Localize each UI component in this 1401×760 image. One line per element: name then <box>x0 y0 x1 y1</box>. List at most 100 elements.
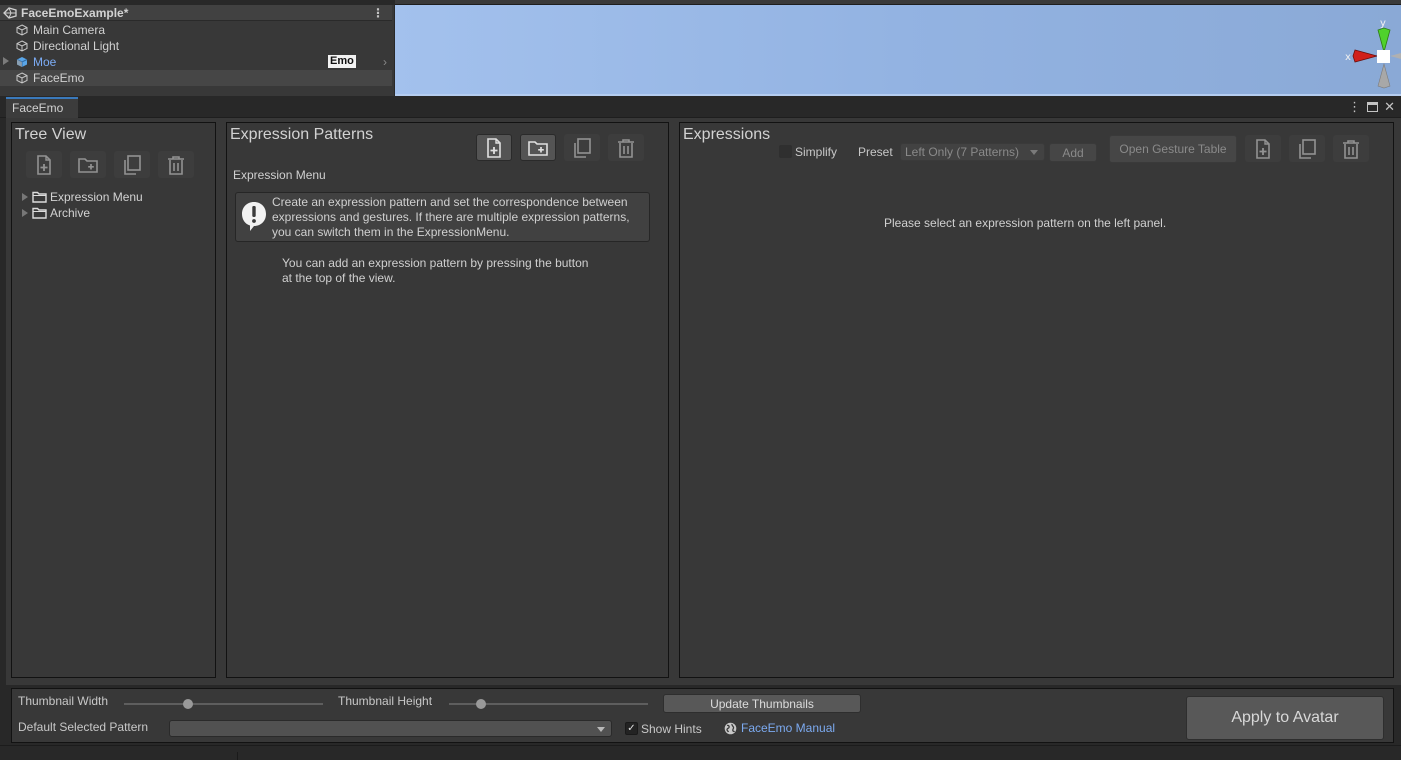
scene-view[interactable] <box>395 0 1401 96</box>
delete-icon <box>615 137 637 159</box>
faceemo-manual-link[interactable]: FaceEmo Manual <box>741 721 835 735</box>
preset-dropdown-value: Left Only (7 Patterns) <box>905 145 1020 159</box>
add-group-icon <box>77 154 99 176</box>
hierarchy-item-main-camera[interactable]: Main Camera <box>0 22 392 38</box>
copy-button[interactable] <box>114 151 150 178</box>
tree-item-expression-menu[interactable]: Expression Menu <box>22 190 143 204</box>
delete-button[interactable] <box>608 134 644 161</box>
chevron-down-icon <box>1030 150 1038 155</box>
add-pattern-button[interactable] <box>476 134 512 161</box>
tree-item-label: Expression Menu <box>50 190 143 204</box>
gizmo-y-arrow[interactable] <box>1377 27 1391 54</box>
gizmo-center-cube[interactable] <box>1377 50 1390 63</box>
apply-to-avatar-button[interactable]: Apply to Avatar <box>1186 696 1384 740</box>
maximize-icon[interactable] <box>1367 102 1379 112</box>
default-selected-pattern-dropdown[interactable] <box>169 720 612 737</box>
show-hints-checkbox[interactable]: ✓ <box>625 722 638 735</box>
expression-menu-label: Expression Menu <box>233 168 326 182</box>
expand-arrow-icon[interactable] <box>22 209 28 217</box>
preset-dropdown[interactable]: Left Only (7 Patterns) <box>900 143 1045 161</box>
scene-name: FaceEmoExample* <box>21 5 129 20</box>
add-pattern-icon <box>483 137 505 159</box>
expressions-panel <box>679 122 1394 678</box>
thumbnail-height-slider-thumb[interactable] <box>475 699 486 709</box>
open-gesture-table-button[interactable]: Open Gesture Table <box>1109 135 1237 163</box>
simplify-checkbox[interactable] <box>779 145 792 158</box>
empty-patterns-message: You can add an expression pattern by pre… <box>282 256 588 286</box>
hierarchy-item-moe[interactable]: Moe Emo › <box>0 54 392 70</box>
delete-icon <box>165 154 187 176</box>
gizmo-neg-x-arrow[interactable] <box>1390 53 1401 59</box>
gameobject-cube-icon <box>16 40 28 52</box>
add-group-button[interactable] <box>520 134 556 161</box>
show-hints-label: Show Hints <box>641 722 702 736</box>
window-menu-icon[interactable]: ⋮ <box>1348 99 1361 115</box>
thumbnail-width-slider-track[interactable] <box>124 703 323 705</box>
delete-icon <box>1340 138 1362 160</box>
simplify-label: Simplify <box>795 145 838 159</box>
empty-line: at the top of the view. <box>282 271 396 285</box>
gameobject-cube-icon <box>16 72 28 84</box>
hint-line: expressions and gestures. If there are m… <box>272 210 630 224</box>
emo-badge: Emo <box>328 55 356 68</box>
add-pattern-icon <box>33 154 55 176</box>
hierarchy-item-label: Moe <box>33 55 57 69</box>
folder-icon <box>32 207 47 219</box>
folder-icon <box>32 191 47 203</box>
add-expression-icon <box>1252 138 1274 160</box>
hierarchy-item-label: Directional Light <box>33 39 120 53</box>
unity-scene-icon <box>3 6 17 19</box>
hierarchy-item-label: Main Camera <box>33 23 106 37</box>
update-thumbnails-button[interactable]: Update Thumbnails <box>663 694 861 713</box>
scene-menu-icon[interactable]: ⋮ <box>372 6 384 20</box>
hint-text: Create an expression pattern and set the… <box>272 195 630 240</box>
hint-line: Create an expression pattern and set the… <box>272 195 628 209</box>
expand-arrow-icon[interactable] <box>22 193 28 201</box>
add-pattern-button[interactable] <box>26 151 62 178</box>
chevron-right-icon[interactable]: › <box>383 55 387 69</box>
window-tab-bar <box>0 96 1401 118</box>
chevron-down-icon <box>597 727 605 732</box>
tab-faceemo[interactable]: FaceEmo <box>6 97 78 118</box>
preset-label: Preset <box>858 145 893 159</box>
copy-button[interactable] <box>564 134 600 161</box>
expressions-empty-message: Please select an expression pattern on t… <box>884 216 1167 230</box>
add-expression-button[interactable] <box>1245 135 1281 162</box>
empty-line: You can add an expression pattern by pre… <box>282 256 589 270</box>
divider <box>237 752 238 760</box>
expand-arrow-icon[interactable] <box>3 57 9 65</box>
expressions-title: Expressions <box>683 126 771 143</box>
hierarchy-scene-header[interactable]: FaceEmoExample* ⋮ <box>0 5 392 21</box>
tree-view-title: Tree View <box>15 126 87 143</box>
add-group-button[interactable] <box>70 151 106 178</box>
expression-patterns-title: Expression Patterns <box>230 126 374 143</box>
tree-item-label: Archive <box>50 206 91 220</box>
delete-button[interactable] <box>158 151 194 178</box>
hierarchy-item-label: FaceEmo <box>33 71 85 85</box>
globe-icon <box>724 722 737 735</box>
hierarchy-item-faceemo[interactable]: FaceEmo <box>0 70 392 86</box>
hierarchy-item-directional-light[interactable]: Directional Light <box>0 38 392 54</box>
copy-icon <box>571 137 593 159</box>
copy-expression-button[interactable] <box>1289 135 1325 162</box>
thumbnail-width-slider-thumb[interactable] <box>182 699 193 709</box>
gizmo-y-label: y <box>1380 18 1386 29</box>
gizmo-x-arrow[interactable] <box>1352 49 1379 63</box>
gizmo-neg-y-arrow[interactable] <box>1377 62 1391 89</box>
close-icon[interactable]: ✕ <box>1384 99 1395 115</box>
gizmo-x-label: x <box>1345 52 1351 63</box>
add-group-icon <box>527 137 549 159</box>
tree-item-archive[interactable]: Archive <box>22 206 90 220</box>
copy-icon <box>1296 138 1318 160</box>
default-selected-pattern-label: Default Selected Pattern <box>18 720 149 734</box>
scene-toolbar <box>395 0 1401 5</box>
prefab-cube-icon <box>16 57 28 67</box>
copy-icon <box>121 154 143 176</box>
orientation-gizmo[interactable]: y x <box>1340 14 1401 90</box>
info-exclamation-icon <box>242 202 266 231</box>
thumbnail-width-label: Thumbnail Width <box>18 694 109 708</box>
delete-expression-button[interactable] <box>1333 135 1369 162</box>
gameobject-cube-icon <box>16 24 28 36</box>
add-preset-button[interactable]: Add <box>1049 143 1097 162</box>
thumbnail-height-label: Thumbnail Height <box>338 694 433 708</box>
